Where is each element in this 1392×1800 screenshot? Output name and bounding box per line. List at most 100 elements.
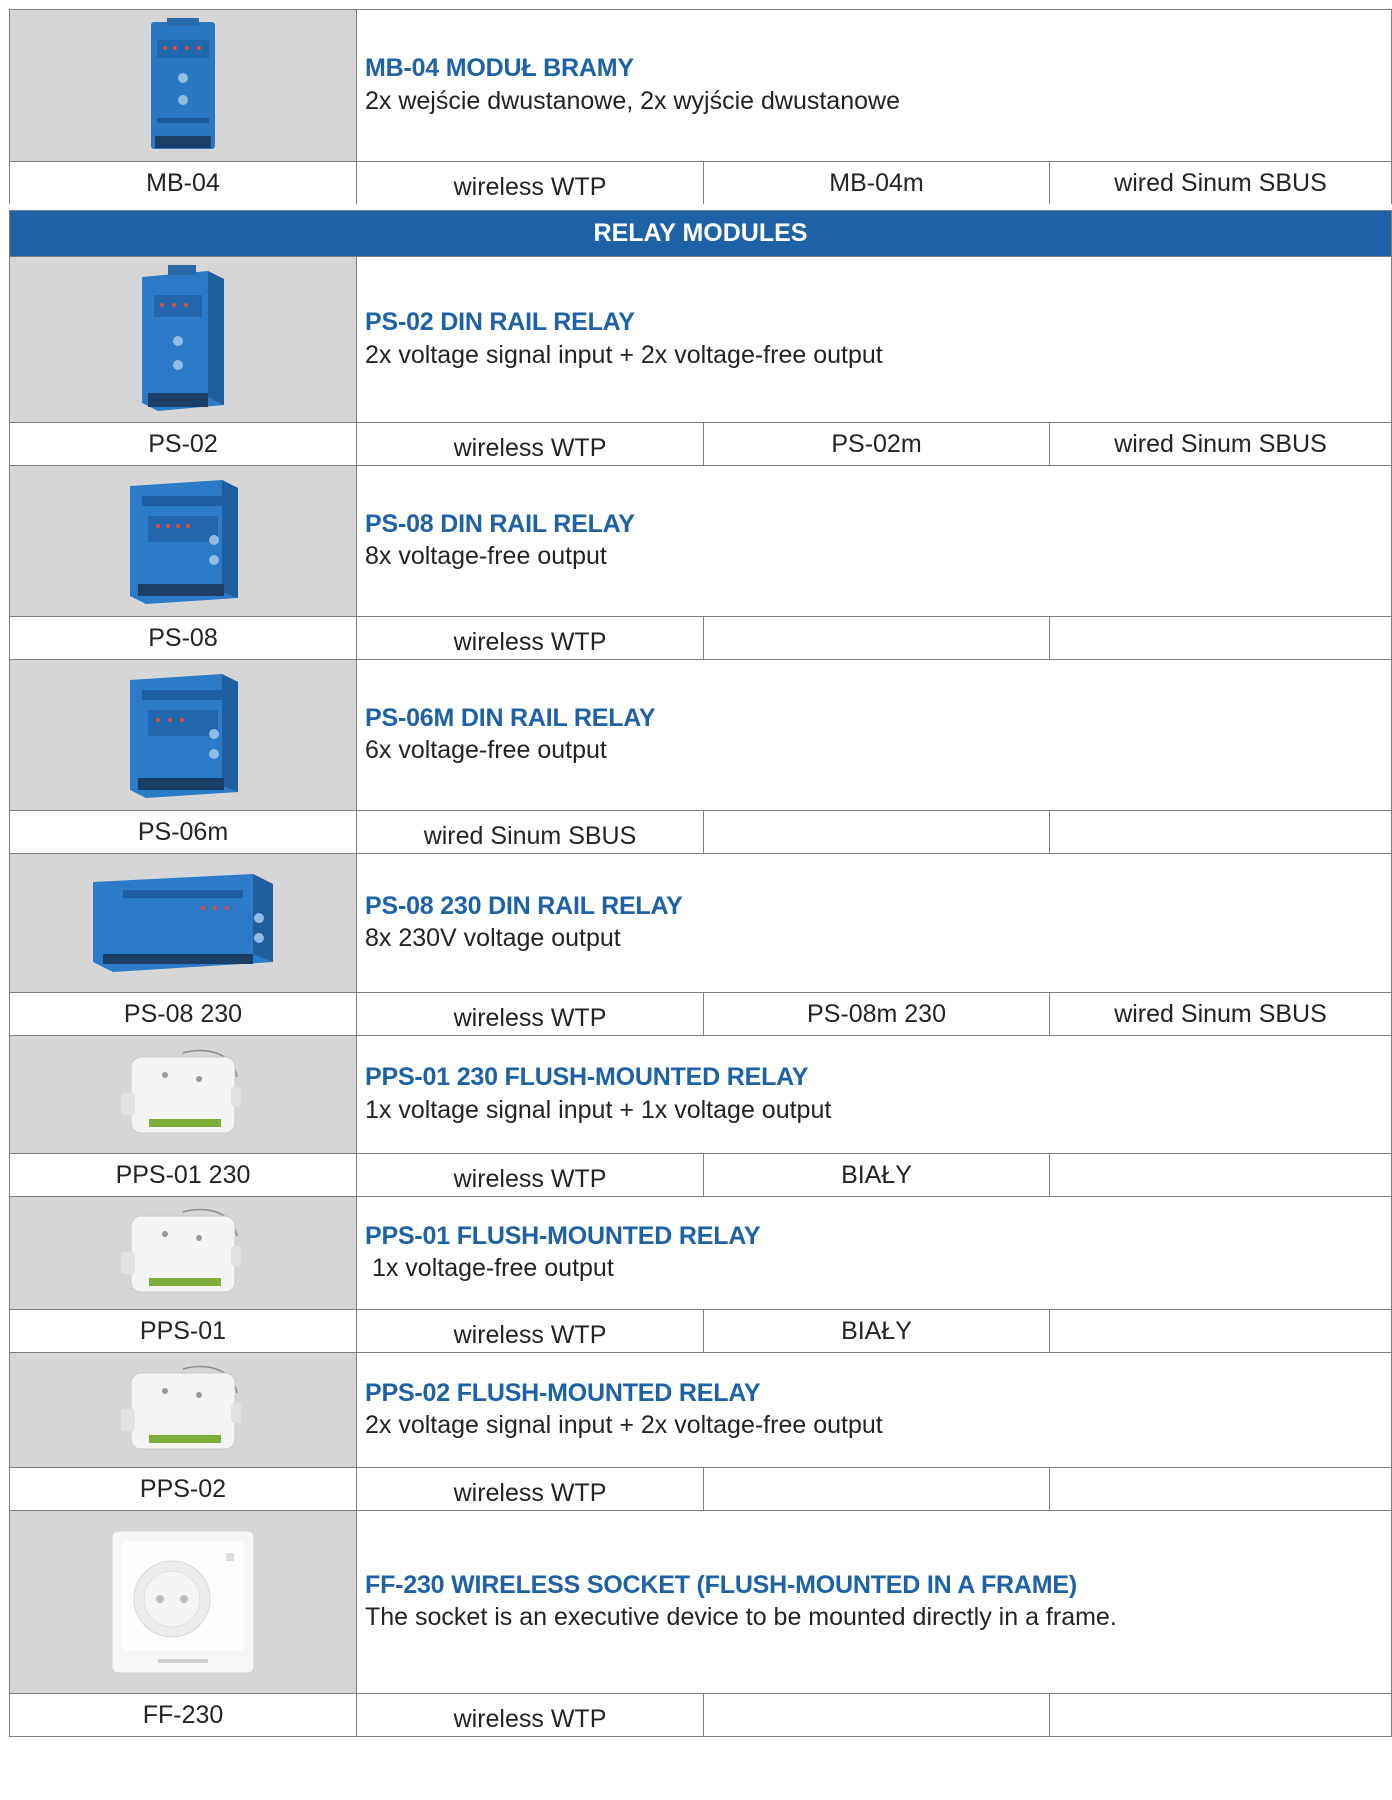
product-title: PS-08 DIN RAIL RELAY: [365, 509, 635, 538]
product-description: 8x 230V voltage output: [365, 924, 621, 953]
product-code-alt: PS-08m 230: [704, 993, 1050, 1035]
color-variant: BIAŁY: [704, 1154, 1050, 1196]
product-image-cell: [10, 257, 357, 422]
product-description: 1x voltage signal input + 1x voltage out…: [365, 1095, 832, 1124]
product-code: PS-08 230: [10, 993, 357, 1035]
product-image-cell: [10, 1197, 357, 1309]
connection-type: wireless WTP: [357, 1310, 704, 1352]
product-block: MB-04 MODUŁ BRAMY 2x wejście dwustanowe,…: [9, 9, 1392, 204]
connection-type: wireless WTP: [357, 617, 704, 659]
connection-type-alt: wired Sinum SBUS: [1114, 429, 1327, 458]
section-header: RELAY MODULES: [9, 210, 1392, 256]
product-code: PS-06m: [10, 811, 357, 853]
product-block: PPS-01 FLUSH-MOUNTED RELAY 1x voltage-fr…: [9, 1196, 1392, 1352]
product-codes-row: PPS-01 wireless WTP BIAŁY: [9, 1309, 1392, 1352]
product-image-cell: [10, 854, 357, 992]
product-code: PPS-02: [10, 1468, 357, 1510]
product-code-alt: [704, 1468, 1050, 1510]
product-row: MB-04 MODUŁ BRAMY 2x wejście dwustanowe,…: [9, 9, 1392, 161]
product-row: FF-230 WIRELESS SOCKET (FLUSH-MOUNTED IN…: [9, 1510, 1392, 1693]
product-codes-row: PPS-01 230 wireless WTP BIAŁY: [9, 1153, 1392, 1196]
connection-type-alt: [1050, 811, 1391, 853]
product-image-cell: [10, 466, 357, 616]
product-code-alt: [704, 1694, 1050, 1736]
product-code-alt: [704, 617, 1050, 659]
product-code: MB-04: [10, 162, 357, 204]
din-module-image: [130, 674, 238, 798]
product-title: MB-04 MODUŁ BRAMY: [365, 54, 634, 83]
product-image-cell: [10, 10, 357, 161]
product-codes-row: MB-04 wireless WTP MB-04m wired Sinum SB…: [9, 161, 1392, 204]
product-image-cell: [10, 1036, 357, 1153]
connection-type: wireless WTP: [357, 423, 704, 465]
product-code: FF-230: [10, 1694, 357, 1736]
product-image-cell: [10, 1353, 357, 1467]
product-code: PS-02: [10, 423, 357, 465]
color-variant: BIAŁY: [704, 1310, 1050, 1352]
din-module-image: [151, 18, 215, 149]
connection-type-alt: wired Sinum SBUS: [1114, 168, 1327, 197]
product-row: PS-06M DIN RAIL RELAY 6x voltage-free ou…: [9, 659, 1392, 810]
product-block: FF-230 WIRELESS SOCKET (FLUSH-MOUNTED IN…: [9, 1510, 1392, 1737]
connection-type: wireless WTP: [357, 1694, 704, 1736]
product-codes-row: PS-06m wired Sinum SBUS: [9, 810, 1392, 853]
product-title: FF-230 WIRELESS SOCKET (FLUSH-MOUNTED IN…: [365, 1570, 1077, 1599]
connection-type: wireless WTP: [357, 1468, 704, 1510]
product-code-alt: MB-04m: [704, 162, 1050, 204]
connection-type-alt: [1050, 1694, 1391, 1736]
product-row: PS-08 230 DIN RAIL RELAY 8x 230V voltage…: [9, 853, 1392, 992]
product-codes-row: PPS-02 wireless WTP: [9, 1467, 1392, 1510]
product-title: PS-08 230 DIN RAIL RELAY: [365, 891, 683, 920]
product-block: PPS-01 230 FLUSH-MOUNTED RELAY 1x voltag…: [9, 1035, 1392, 1196]
product-title: PPS-02 FLUSH-MOUNTED RELAY: [365, 1378, 761, 1407]
product-description: 6x voltage-free output: [365, 736, 607, 765]
product-block: PS-08 DIN RAIL RELAY 8x voltage-free out…: [9, 465, 1392, 659]
product-code-alt: [704, 811, 1050, 853]
product-row: PPS-01 FLUSH-MOUNTED RELAY 1x voltage-fr…: [9, 1196, 1392, 1309]
product-codes-row: PS-02 wireless WTP PS-02m wired Sinum SB…: [9, 422, 1392, 465]
product-code-alt: PS-02m: [704, 423, 1050, 465]
connection-type-alt: wired Sinum SBUS: [1114, 999, 1327, 1028]
product-row: PS-02 DIN RAIL RELAY 2x voltage signal i…: [9, 256, 1392, 422]
product-codes-row: PS-08 wireless WTP: [9, 616, 1392, 659]
product-title: PPS-01 FLUSH-MOUNTED RELAY: [365, 1221, 761, 1250]
product-block: PS-06M DIN RAIL RELAY 6x voltage-free ou…: [9, 659, 1392, 853]
product-description: 8x voltage-free output: [365, 542, 607, 571]
connection-type: wireless WTP: [357, 1154, 704, 1196]
product-code: PPS-01 230: [10, 1154, 357, 1196]
wall-socket-image: [111, 1530, 255, 1674]
product-description: The socket is an executive device to be …: [365, 1603, 1117, 1632]
product-description: 2x voltage signal input + 2x voltage-fre…: [365, 340, 883, 369]
connection-type: wireless WTP: [357, 162, 704, 204]
connection-type-alt: [1050, 1154, 1391, 1196]
product-block: PS-02 DIN RAIL RELAY 2x voltage signal i…: [9, 256, 1392, 465]
din-module-image: [130, 480, 238, 604]
connection-type-alt: [1050, 1310, 1391, 1352]
product-description: 2x voltage signal input + 2x voltage-fre…: [365, 1411, 883, 1440]
product-title: PS-06M DIN RAIL RELAY: [365, 703, 656, 732]
product-code: PS-08: [10, 617, 357, 659]
connection-type-alt: [1050, 617, 1391, 659]
product-row: PPS-02 FLUSH-MOUNTED RELAY 2x voltage si…: [9, 1352, 1392, 1467]
din-module-image: [93, 874, 273, 972]
product-title: PPS-01 230 FLUSH-MOUNTED RELAY: [365, 1063, 809, 1092]
connection-type: wireless WTP: [357, 993, 704, 1035]
product-codes-row: FF-230 wireless WTP: [9, 1693, 1392, 1737]
connection-type-alt: [1050, 1468, 1391, 1510]
flush-relay-image: [121, 1208, 241, 1292]
product-row: PPS-01 230 FLUSH-MOUNTED RELAY 1x voltag…: [9, 1035, 1392, 1153]
product-block: PPS-02 FLUSH-MOUNTED RELAY 2x voltage si…: [9, 1352, 1392, 1510]
product-title: PS-02 DIN RAIL RELAY: [365, 308, 635, 337]
product-description: 1x voltage-free output: [365, 1254, 614, 1283]
product-block: PS-08 230 DIN RAIL RELAY 8x 230V voltage…: [9, 853, 1392, 1035]
product-codes-row: PS-08 230 wireless WTP PS-08m 230 wired …: [9, 992, 1392, 1035]
flush-relay-image: [121, 1365, 241, 1449]
flush-relay-image: [121, 1049, 241, 1134]
connection-type: wired Sinum SBUS: [357, 811, 704, 853]
product-table: MB-04 MODUŁ BRAMY 2x wejście dwustanowe,…: [9, 9, 1392, 1737]
product-code: PPS-01: [10, 1310, 357, 1352]
product-row: PS-08 DIN RAIL RELAY 8x voltage-free out…: [9, 465, 1392, 616]
product-image-cell: [10, 1511, 357, 1693]
product-description: 2x wejście dwustanowe, 2x wyjście dwusta…: [365, 86, 900, 115]
product-image-cell: [10, 660, 357, 810]
